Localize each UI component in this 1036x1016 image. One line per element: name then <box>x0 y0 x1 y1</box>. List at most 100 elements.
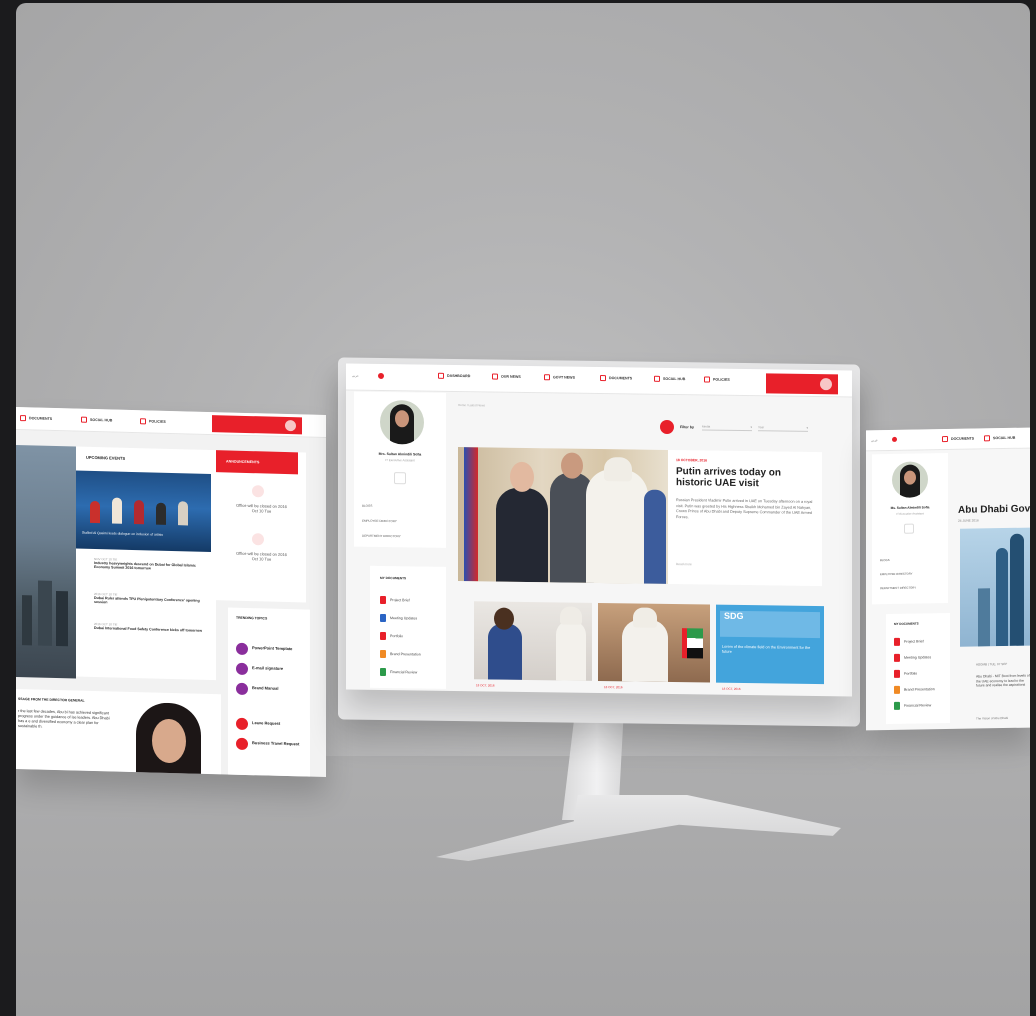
excel-icon <box>380 667 386 677</box>
document-item[interactable]: Financial Review <box>380 667 417 677</box>
document-icon <box>20 415 26 422</box>
read-more-link[interactable]: Read more <box>676 562 692 566</box>
logo-icon <box>892 436 897 442</box>
logo-icon <box>378 372 384 379</box>
filter-icon[interactable] <box>660 419 674 435</box>
govt-news-icon <box>544 374 550 381</box>
skyline-image <box>960 527 1030 647</box>
side-link-department-directory[interactable]: DEPARTMENT DIRECTORY <box>880 586 916 591</box>
document-item[interactable]: Project Brief <box>380 595 410 605</box>
side-link-blogs[interactable]: BLOGS <box>880 558 890 562</box>
profile-name: Mrs. Sultan Almindili Sofia <box>378 451 422 457</box>
news-thumb-1[interactable] <box>474 601 592 681</box>
trending-item[interactable]: Business Travel Request <box>252 740 308 746</box>
filter-year-select[interactable]: Year ▾ <box>758 425 808 432</box>
side-link-employee-directory[interactable]: EMPLOYEE DIRECTORY <box>362 519 397 523</box>
pdf-icon <box>380 595 386 605</box>
ppt-icon <box>380 649 386 659</box>
pdf-icon <box>894 669 900 678</box>
trending-item[interactable]: Leave Request <box>252 720 280 726</box>
language-switch[interactable]: عربي <box>871 438 878 442</box>
featured-news-card[interactable]: 18 OCTOBER, 2016 Putin arrives today on … <box>458 447 822 587</box>
chevron-down-icon: ▾ <box>806 425 808 430</box>
nav-documents[interactable]: DOCUMENTS <box>20 415 52 422</box>
left-topbar: DOCUMENTS SOCIAL HUB POLICIES <box>16 406 326 439</box>
document-item[interactable]: Project Brief <box>894 637 924 646</box>
nav-policies[interactable]: POLICIES <box>140 418 166 425</box>
document-item[interactable]: Portfolio <box>894 669 917 678</box>
director-text: r the last few decades, Abu bi has achie… <box>18 708 110 730</box>
thumb-date: 18 OCT, 2016 <box>722 686 741 691</box>
event-item[interactable]: 2016 OCT 10 TIE Dubai Ruler attends TPU … <box>94 592 209 607</box>
upcoming-title: UPCOMING EVENTS <box>86 454 126 461</box>
document-icon <box>600 375 606 382</box>
chevron-down-icon: ▾ <box>750 425 752 430</box>
article-meta: ADGMB | TUE, 07 SEP <box>976 661 1008 667</box>
nav-our-news[interactable]: OUR NEWS <box>492 373 521 380</box>
filter-media-select[interactable]: Media ▾ <box>702 424 752 432</box>
right-screen: عربي DOCUMENTS SOCIAL HUB Ms. Sultan Alm… <box>866 427 1030 731</box>
word-icon <box>380 613 386 623</box>
news-thumb-2[interactable] <box>598 602 710 683</box>
avatar[interactable] <box>380 399 424 445</box>
nav-social-hub[interactable]: SOCIAL HUB <box>984 435 1015 442</box>
trending-item[interactable]: Brand Manual <box>252 685 278 691</box>
event-item[interactable]: 2016 OCT 10 TIE Dubai International Food… <box>94 622 209 633</box>
settings-icon[interactable] <box>394 472 406 485</box>
nav-documents[interactable]: DOCUMENTS <box>942 436 974 443</box>
profile-role: IT Executive Assistant <box>896 511 924 516</box>
nav-govt-news[interactable]: GOVT NEWS <box>544 374 575 381</box>
trending-item[interactable]: E-mail signature <box>252 665 283 671</box>
announcement-item: Office will be closed on 2016 Oct 10 Tue <box>236 502 287 514</box>
document-item[interactable]: Meeting Updates <box>380 613 417 623</box>
event-item[interactable]: NOV OCT 10 TIE Industry heavyweights des… <box>94 557 209 572</box>
breadcrumb[interactable]: Home / Latest News <box>458 403 485 407</box>
nav-policies[interactable]: POLICIES <box>704 376 730 383</box>
event-title: Dubai Ruler attends TPU Plenipotentiary … <box>94 595 200 605</box>
document-item[interactable]: Portfolio <box>380 631 403 641</box>
headline-date: 18 OCTOBER, 2016 <box>676 458 708 463</box>
trending-item[interactable]: PowerPoint Template <box>252 645 292 651</box>
document-item[interactable]: Brand Presentation <box>380 649 421 659</box>
email-icon <box>236 662 248 676</box>
side-link-blogs[interactable]: BLOGS <box>362 504 372 508</box>
document-item[interactable]: Financial Review <box>894 701 931 710</box>
article-title: Abu Dhabi Gove <box>958 503 1030 516</box>
news-icon <box>492 373 498 380</box>
excel-icon <box>894 701 900 710</box>
filter-label: Filter by <box>680 425 694 430</box>
article-body: Abu Dhabi - MIT Boot from levels of the … <box>976 673 1030 688</box>
dashboard-icon <box>438 372 444 379</box>
thumb-date: 18 OCT, 2016 <box>476 683 495 688</box>
featured-news-image <box>458 447 668 584</box>
side-link-employee-directory[interactable]: EMPLOYEE DIRECTORY <box>880 572 913 577</box>
headline-title[interactable]: Putin arrives today on historic UAE visi… <box>676 466 806 490</box>
nav-social-hub[interactable]: SOCIAL HUB <box>654 375 685 382</box>
profile-card: Ms. Sultan Almindili Sofia IT Executive … <box>872 453 948 605</box>
document-item[interactable]: Meeting Updates <box>894 653 931 662</box>
thumb-date: 18 OCT, 2016 <box>604 685 623 690</box>
left-header-banner <box>212 415 302 435</box>
nav-documents[interactable]: DOCUMENTS <box>600 375 632 382</box>
emblem-icon <box>285 419 296 432</box>
nav-dashboard[interactable]: DASHBOARD <box>438 372 470 379</box>
avatar[interactable] <box>892 461 928 498</box>
language-switch[interactable]: عربي <box>352 374 359 378</box>
header-banner <box>766 373 838 395</box>
un-logo-icon: SDG <box>720 610 820 639</box>
side-link-department-directory[interactable]: DEPARTMENT DIRECTORY <box>362 534 401 539</box>
event-title: Industry heavyweights descend on Dubai f… <box>94 560 196 571</box>
policy-icon <box>140 418 146 425</box>
pdf-icon <box>894 637 900 646</box>
director-portrait <box>126 702 211 778</box>
headline-body: Russian President Vladimir Putin arrived… <box>676 498 813 519</box>
profile-card: Mrs. Sultan Almindili Sofia IT Executive… <box>354 391 446 548</box>
document-item[interactable]: Brand Presentation <box>894 685 935 694</box>
plane-icon <box>236 737 248 751</box>
emblem-icon <box>820 378 832 391</box>
news-thumb-3[interactable]: SDG Lorem of the climate field on the En… <box>716 604 824 685</box>
event-banner-image[interactable]: Stalled Al Qasimi leads dialogue on incl… <box>76 470 211 553</box>
nav-social-hub[interactable]: SOCIAL HUB <box>81 416 112 424</box>
settings-icon[interactable] <box>904 523 914 534</box>
pdf-icon <box>894 653 900 662</box>
